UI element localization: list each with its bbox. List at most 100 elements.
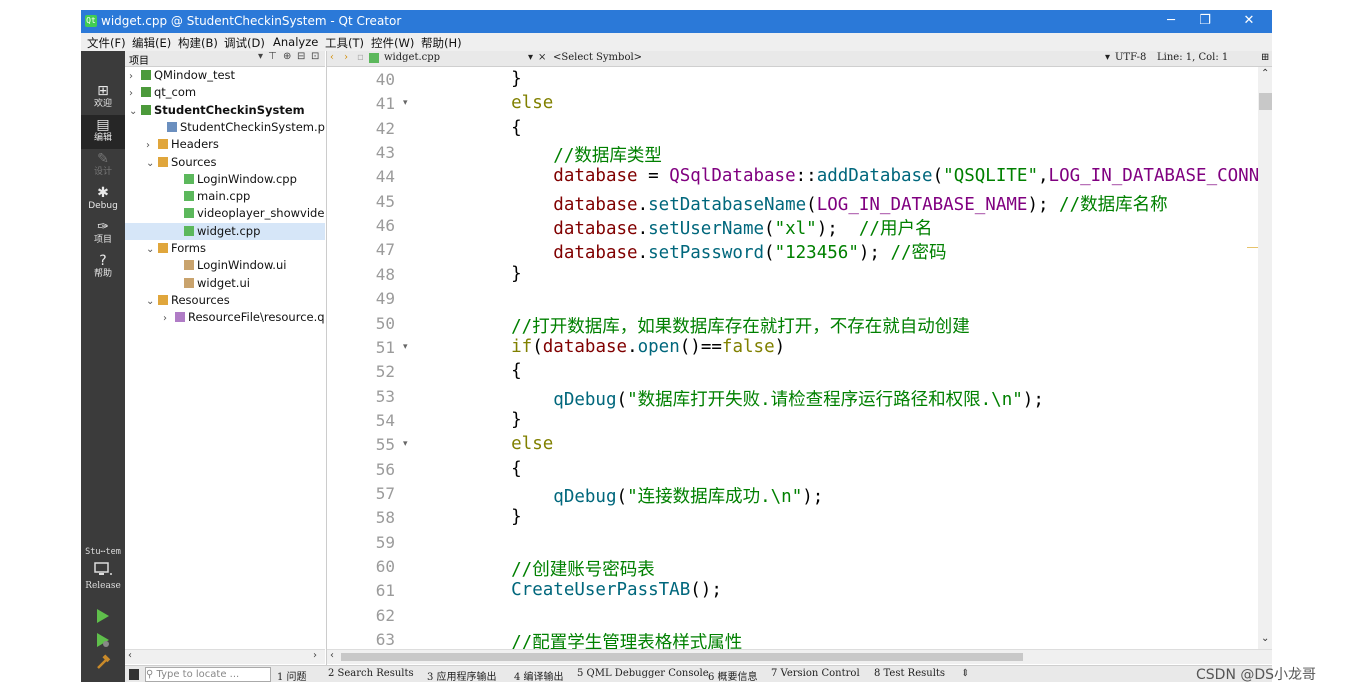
menu-analyze[interactable]: Analyze	[273, 35, 318, 49]
fold-arrow-icon[interactable]: ▾	[403, 342, 408, 352]
scroll-left-icon[interactable]: ‹	[330, 650, 334, 661]
view-dropdown-arrow-icon[interactable]: ▾	[258, 51, 263, 62]
mode-help[interactable]: ? 帮助	[81, 251, 125, 285]
menu-file[interactable]: 文件(F)	[87, 35, 126, 51]
tree-item[interactable]: › QMindow_test	[129, 67, 235, 84]
code-line[interactable]: else	[469, 434, 553, 454]
menu-edit[interactable]: 编辑(E)	[132, 35, 171, 51]
code-line[interactable]: database.setUserName("xl"); //用户名	[469, 215, 932, 240]
minimize-button[interactable]: ─	[1156, 12, 1186, 30]
tab-qml-debugger-console[interactable]: 5 QML Debugger Console	[577, 668, 709, 679]
tree-item[interactable]: ⌄ Resources	[146, 292, 230, 309]
fold-arrow-icon[interactable]: ▾	[403, 98, 408, 108]
horizontal-scroll-thumb[interactable]	[341, 653, 1023, 661]
code-line[interactable]: //配置学生管理表格样式属性	[469, 629, 742, 649]
close-panel-icon[interactable]: ⊡	[311, 51, 319, 62]
tab-test-results[interactable]: 8 Test Results	[874, 668, 945, 679]
code-line[interactable]: {	[469, 118, 522, 138]
tab-application-output[interactable]: 3 应用程序输出	[427, 668, 497, 682]
code-line[interactable]: else	[469, 93, 553, 113]
code-line[interactable]: {	[469, 361, 522, 381]
code-line[interactable]: //打开数据库，如果数据库存在就打开，不存在就自动创建	[469, 313, 970, 338]
expand-arrow-icon[interactable]: ⌄	[146, 241, 158, 258]
symbol-selector[interactable]: <Select Symbol>	[553, 52, 642, 63]
scroll-left-icon[interactable]: ‹	[128, 650, 132, 661]
split-editor-icon[interactable]: ⊞	[1261, 52, 1269, 63]
title-bar[interactable]: Qt widget.cpp @ StudentCheckinSystem - Q…	[81, 10, 1272, 33]
code-line[interactable]: qDebug("连接数据库成功.\n");	[469, 483, 823, 508]
mode-edit[interactable]: ▤ 编辑	[81, 115, 125, 149]
code-area[interactable]: } else { //数据库类型 database = QSqlDatabase…	[422, 67, 1258, 649]
tree-item[interactable]: ⌄ StudentCheckinSystem	[129, 102, 305, 119]
code-line[interactable]: qDebug("数据库打开失败.请检查程序运行路径和权限.\n");	[469, 386, 1044, 411]
collapse-arrow-icon[interactable]: ›	[146, 137, 158, 154]
collapse-arrow-icon[interactable]: ›	[129, 68, 141, 85]
vertical-scrollbar[interactable]: ⌃ ⌄	[1258, 67, 1272, 649]
mode-design[interactable]: ✎ 设计	[81, 149, 125, 183]
tree-item[interactable]: widget.cpp	[125, 222, 325, 240]
code-line[interactable]: }	[469, 264, 522, 284]
code-line[interactable]: //创建账号密码表	[469, 556, 655, 581]
scroll-down-icon[interactable]: ⌄	[1261, 633, 1269, 644]
code-line[interactable]: }	[469, 69, 522, 89]
code-line[interactable]: }	[469, 410, 522, 430]
tree-item[interactable]: main.cpp	[172, 188, 250, 205]
tree-item[interactable]: StudentCheckinSystem.pro	[155, 119, 325, 136]
maximize-button[interactable]: ❐	[1190, 12, 1220, 30]
close-file-icon[interactable]: ×	[538, 52, 546, 63]
code-line[interactable]: database.setDatabaseName(LOG_IN_DATABASE…	[469, 191, 1167, 216]
cursor-position[interactable]: Line: 1, Col: 1	[1157, 52, 1228, 63]
tree-item[interactable]: › qt_com	[129, 84, 196, 101]
collapse-arrow-icon[interactable]: ›	[129, 85, 141, 102]
code-line[interactable]: }	[469, 507, 522, 527]
vertical-scroll-thumb[interactable]	[1259, 93, 1272, 110]
tab-general-messages[interactable]: 6 概要信息	[708, 668, 758, 682]
expand-arrow-icon[interactable]: ⌄	[146, 155, 158, 172]
menu-debug[interactable]: 调试(D)	[224, 35, 265, 51]
code-line[interactable]: {	[469, 459, 522, 479]
debug-run-icon[interactable]	[95, 632, 111, 652]
expand-arrow-icon[interactable]: ⌄	[129, 103, 141, 120]
collapse-arrow-icon[interactable]: ›	[163, 310, 175, 327]
scroll-up-icon[interactable]: ⌃	[1261, 68, 1269, 79]
mode-welcome[interactable]: ⊞ 欢迎	[81, 81, 125, 115]
link-icon[interactable]: ⊕	[283, 51, 291, 62]
code-line[interactable]: CreateUserPassTAB();	[469, 580, 722, 600]
run-icon[interactable]	[95, 608, 111, 628]
tab-version-control[interactable]: 7 Version Control	[771, 668, 860, 679]
editor-horizontal-scrollbar[interactable]: ‹	[327, 649, 1272, 664]
menu-tools[interactable]: 工具(T)	[325, 35, 364, 51]
code-line[interactable]: database = QSqlDatabase::addDatabase("QS…	[469, 166, 1258, 186]
tree-item[interactable]: widget.ui	[172, 275, 250, 292]
menu-build[interactable]: 构建(B)	[178, 35, 218, 51]
code-line[interactable]: database.setPassword("123456"); //密码	[469, 239, 946, 264]
mode-debug[interactable]: ✱ Debug	[81, 183, 125, 217]
tab-compile-output[interactable]: 4 编译输出	[514, 668, 564, 682]
mode-projects[interactable]: ✑ 项目	[81, 217, 125, 251]
project-horizontal-scrollbar[interactable]: ‹ ›	[125, 649, 325, 664]
tree-item[interactable]: LoginWindow.ui	[172, 257, 286, 274]
split-icon[interactable]: ⊟	[297, 51, 305, 62]
monitor-icon[interactable]	[93, 561, 113, 579]
tab-search-results[interactable]: 2 Search Results	[328, 668, 414, 679]
expand-arrow-icon[interactable]: ⌄	[146, 293, 158, 310]
tree-item[interactable]: LoginWindow.cpp	[172, 171, 297, 188]
tree-item[interactable]: videoplayer_showvideow	[172, 205, 325, 222]
fold-arrow-icon[interactable]: ▾	[403, 439, 408, 449]
nav-back-icon[interactable]: ‹	[330, 52, 334, 63]
filter-icon[interactable]: ⊤	[268, 51, 277, 62]
tree-item[interactable]: › Headers	[146, 136, 219, 153]
menu-help[interactable]: 帮助(H)	[421, 35, 462, 51]
tree-item[interactable]: › ResourceFile\resource.qrc	[163, 309, 325, 326]
more-tabs-icon[interactable]: ⇕	[961, 668, 969, 679]
toggle-sidebar-icon[interactable]	[129, 669, 139, 680]
tab-issues[interactable]: 1 问题	[277, 668, 307, 682]
close-button[interactable]: ✕	[1234, 12, 1264, 30]
encoding[interactable]: UTF-8	[1115, 52, 1146, 63]
nav-forward-icon[interactable]: ›	[344, 52, 348, 63]
code-line[interactable]: if(database.open()==false)	[469, 337, 785, 357]
locator-input[interactable]: ⚲ Type to locate ...	[145, 667, 271, 682]
build-hammer-icon[interactable]	[95, 654, 111, 674]
menu-widgets[interactable]: 控件(W)	[371, 35, 414, 51]
tree-item[interactable]: ⌄ Forms	[146, 240, 206, 257]
